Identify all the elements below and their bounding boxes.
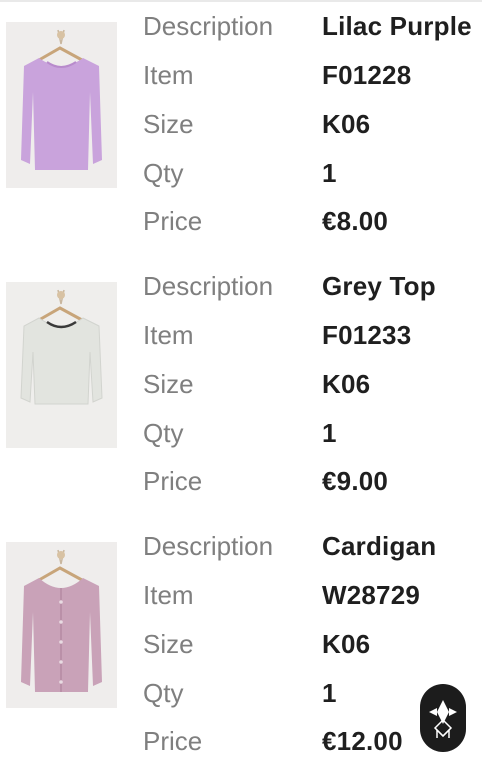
- value-qty: 1: [322, 678, 337, 708]
- label-item: Item: [143, 320, 194, 350]
- grey-top-image[interactable]: [6, 282, 117, 448]
- order-item-cardigan: Description Cardigan Item W28729 Size K06 Q…: [0, 520, 482, 768]
- label-description: Description: [143, 271, 274, 301]
- label-qty: Qty: [143, 678, 184, 708]
- label-qty: Qty: [143, 418, 184, 448]
- value-item: W28729: [322, 580, 421, 610]
- label-size: Size: [143, 629, 194, 659]
- field-description: Description Lilac Purple: [143, 8, 482, 44]
- field-description: Description Grey Top: [143, 268, 482, 304]
- value-qty: 1: [322, 158, 337, 188]
- order-item-lilac: Description Lilac Purple Item F01228 Size K…: [0, 0, 482, 250]
- grey-top-illustration: [6, 282, 117, 448]
- value-item: F01233: [322, 320, 412, 350]
- value-size: K06: [322, 369, 371, 399]
- field-item: Item W28729: [143, 577, 482, 613]
- brand-logo-icon: [429, 700, 457, 738]
- field-price: Price €8.00: [143, 203, 482, 239]
- label-price: Price: [143, 206, 203, 236]
- cardigan-image[interactable]: [6, 542, 117, 708]
- label-item: Item: [143, 60, 194, 90]
- label-price: Price: [143, 466, 203, 496]
- label-qty: Qty: [143, 158, 184, 188]
- lilac-top-image[interactable]: [6, 22, 117, 188]
- value-description: Grey Top: [322, 271, 436, 301]
- field-size: Size K06: [143, 106, 482, 142]
- value-size: K06: [322, 629, 371, 659]
- field-price: Price €9.00: [143, 463, 482, 499]
- value-item: F01228: [322, 60, 412, 90]
- label-size: Size: [143, 109, 194, 139]
- lilac-top-illustration: [6, 22, 117, 188]
- label-price: Price: [143, 726, 203, 756]
- field-size: Size K06: [143, 366, 482, 402]
- brand-floating-button[interactable]: [420, 684, 466, 752]
- value-qty: 1: [322, 418, 337, 448]
- label-description: Description: [143, 11, 274, 41]
- field-qty: Qty 1: [143, 155, 482, 191]
- label-item: Item: [143, 580, 194, 610]
- value-price: €8.00: [322, 206, 389, 236]
- field-item: Item F01228: [143, 57, 482, 93]
- value-size: K06: [322, 109, 371, 139]
- label-size: Size: [143, 369, 194, 399]
- field-qty: Qty 1: [143, 415, 482, 451]
- field-item: Item F01233: [143, 317, 482, 353]
- value-description: Lilac Purple: [322, 11, 472, 41]
- order-item-grey: Description Grey Top Item F01233 Size K06 Q…: [0, 260, 482, 510]
- value-description: Cardigan: [322, 531, 437, 561]
- cardigan-illustration: [6, 542, 117, 708]
- field-size: Size K06: [143, 626, 482, 662]
- label-description: Description: [143, 531, 274, 561]
- field-description: Description Cardigan: [143, 528, 482, 564]
- value-price: €9.00: [322, 466, 389, 496]
- value-price: €12.00: [322, 726, 403, 756]
